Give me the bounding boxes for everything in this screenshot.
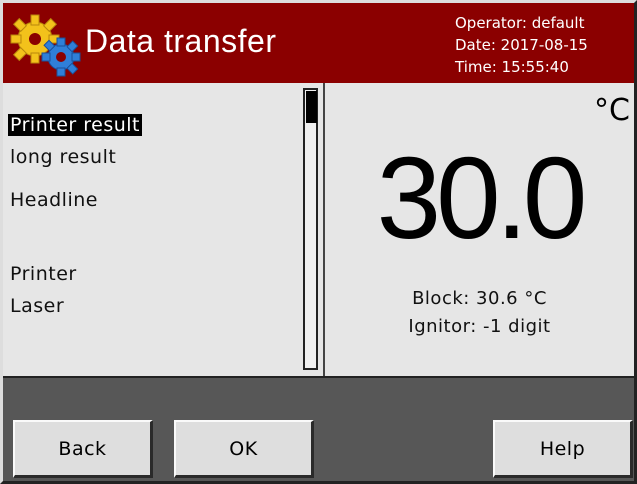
list-item-long-result[interactable]: long result xyxy=(8,146,118,168)
scrollbar-thumb[interactable] xyxy=(306,91,317,123)
result-list-panel: Printer result long result Headline Prin… xyxy=(3,83,325,376)
temperature-value: 30.0 xyxy=(376,133,588,263)
ignitor-reading: Ignitor: -1 digit xyxy=(408,316,551,337)
list-item-printer[interactable]: Printer xyxy=(8,263,79,285)
help-button[interactable]: Help xyxy=(493,420,633,478)
unit-label: °C xyxy=(594,93,630,128)
list-item-headline[interactable]: Headline xyxy=(8,189,100,211)
list-item-printer-result[interactable]: Printer result xyxy=(8,114,142,136)
list-item-laser[interactable]: Laser xyxy=(8,295,66,317)
measurement-panel: °C 30.0 Block: 30.6 °C Ignitor: -1 digit xyxy=(325,83,634,376)
header-info: Operator: default Date: 2017-08-15 Time:… xyxy=(455,12,588,78)
ok-button[interactable]: OK xyxy=(174,420,314,478)
back-button[interactable]: Back xyxy=(13,420,153,478)
operator-label: Operator: default xyxy=(455,14,585,32)
block-temperature: Block: 30.6 °C xyxy=(412,288,547,309)
header-bar: Data transfer Operator: default Date: 20… xyxy=(3,3,634,83)
time-label: Time: 15:55:40 xyxy=(455,58,569,76)
page-title: Data transfer xyxy=(85,23,277,59)
gears-icon xyxy=(10,14,81,77)
date-label: Date: 2017-08-15 xyxy=(455,36,588,54)
list-scrollbar[interactable] xyxy=(303,88,318,370)
button-bar: Back OK Help xyxy=(3,378,634,481)
